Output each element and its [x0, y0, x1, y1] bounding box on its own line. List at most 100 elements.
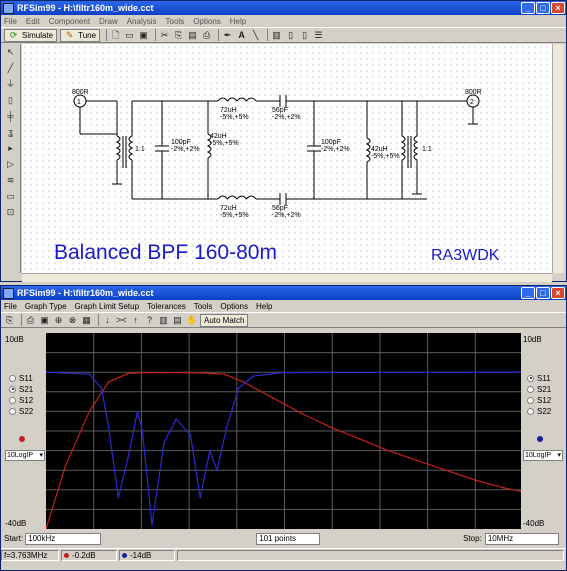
- port-1-number: 1: [77, 99, 81, 106]
- right-radio-s12[interactable]: S12: [527, 395, 551, 405]
- grid-icon[interactable]: ▥: [158, 315, 169, 326]
- pan-hand-icon[interactable]: ✋: [186, 315, 197, 326]
- left-radio-s12[interactable]: S12: [9, 395, 33, 405]
- menu-file[interactable]: File: [4, 17, 17, 26]
- port-icon[interactable]: ⊡: [3, 206, 19, 218]
- menu-graph-type[interactable]: Graph Type: [25, 302, 67, 311]
- tune-button[interactable]: ✎ Tune: [60, 28, 101, 42]
- window-title: RFSim99 - H:\filtr160m_wide.cct: [17, 3, 154, 13]
- s21-point: [107, 381, 110, 383]
- print-icon[interactable]: ⎙: [201, 30, 212, 41]
- table-view-icon[interactable]: ▤: [172, 315, 183, 326]
- start-frequency-input[interactable]: 100kHz: [25, 532, 102, 545]
- menu-tools[interactable]: Tools: [166, 17, 185, 26]
- right-radio-s22[interactable]: S22: [527, 406, 551, 416]
- menu-help[interactable]: Help: [256, 302, 272, 311]
- left-radio-s22[interactable]: S22: [9, 406, 33, 416]
- marker-up-icon[interactable]: ↑: [130, 315, 141, 326]
- amplifier-icon[interactable]: ▷: [3, 158, 19, 170]
- s11-point: [199, 496, 201, 499]
- marker-down-icon[interactable]: ↓: [102, 315, 113, 326]
- maximize-button[interactable]: □: [536, 2, 550, 14]
- copy-icon[interactable]: ⎘: [173, 30, 184, 41]
- cut-icon[interactable]: ✂: [159, 30, 170, 41]
- auto-match-button[interactable]: Auto Match: [200, 313, 249, 327]
- menu-draw[interactable]: Draw: [99, 17, 118, 26]
- rectangular-graph-icon[interactable]: ▣: [39, 315, 50, 326]
- port-2-label: 800R: [465, 89, 482, 96]
- print-icon[interactable]: ⎙: [25, 315, 36, 326]
- left-radio-s11[interactable]: S11: [9, 373, 33, 383]
- schematic-titlebar[interactable]: RFSim99 - H:\filtr160m_wide.cct _ □ ×: [1, 1, 566, 15]
- menu-file[interactable]: File: [4, 302, 17, 311]
- s21-point: [242, 381, 245, 383]
- table-icon[interactable]: ▦: [81, 315, 92, 326]
- pointer-tool-icon[interactable]: ↖: [3, 46, 19, 58]
- frequency-scrollbar[interactable]: [177, 549, 564, 561]
- marker-between-icon[interactable]: ><: [116, 315, 127, 326]
- app-icon: [3, 2, 14, 14]
- schematic-horizontal-scrollbar[interactable]: [22, 273, 552, 282]
- copy-icon[interactable]: ⎘: [4, 315, 15, 326]
- s11-point: [127, 457, 129, 460]
- stop-frequency-input[interactable]: 10MHz: [484, 532, 559, 545]
- schematic-vertical-scrollbar[interactable]: [552, 44, 564, 273]
- paste-icon[interactable]: ▤: [187, 30, 198, 41]
- menu-tolerances[interactable]: Tolerances: [147, 302, 186, 311]
- transmission-line-icon[interactable]: ▭: [3, 190, 19, 202]
- points-input[interactable]: 101 points: [256, 532, 321, 545]
- simulate-button[interactable]: ⟳ Simulate: [4, 28, 58, 42]
- pen-icon[interactable]: ✒: [222, 30, 233, 41]
- minimize-button[interactable]: _: [521, 287, 535, 299]
- toolbar-separator: [155, 29, 157, 41]
- menu-tools[interactable]: Tools: [194, 302, 213, 311]
- menu-graph-limit-setup[interactable]: Graph Limit Setup: [75, 302, 139, 311]
- resistor-icon[interactable]: ▯: [3, 94, 19, 106]
- save-icon[interactable]: ▣: [138, 30, 149, 41]
- graph-toolbar: ⎘ ⎙ ▣ ⊕ ⊗ ▦ ↓ >< ↑ ? ▥ ▤ ✋ Auto Match: [1, 312, 566, 328]
- schematic-drawing: 1 2: [73, 94, 480, 205]
- right-format-select[interactable]: 10LogIP: [523, 450, 563, 461]
- radio-circle: [9, 374, 16, 382]
- schematic-canvas[interactable]: 1 2 800R 800R 1:1 1:1 100pF -2%,+2% 100p…: [22, 44, 552, 273]
- ground-icon[interactable]: ⏚: [3, 78, 19, 90]
- close-button[interactable]: ×: [551, 2, 565, 14]
- menu-options[interactable]: Options: [193, 17, 221, 26]
- graph-titlebar[interactable]: RFSim99 - H:\filtr160m_wide.cct _ □ ×: [1, 286, 566, 300]
- close-button[interactable]: ×: [551, 287, 565, 299]
- plot-area[interactable]: [45, 333, 524, 530]
- menu-component[interactable]: Component: [49, 17, 90, 26]
- transformer-icon[interactable]: ≋: [3, 174, 19, 186]
- menu-help[interactable]: Help: [230, 17, 246, 26]
- diode-icon[interactable]: ▸: [3, 142, 19, 154]
- right-radio-s11[interactable]: S11: [527, 373, 551, 383]
- right-radio-s21[interactable]: S21: [527, 384, 551, 394]
- wire-tool-icon[interactable]: ╱: [3, 62, 19, 74]
- menu-options[interactable]: Options: [220, 302, 248, 311]
- clipboard-icon[interactable]: ▯: [285, 30, 296, 41]
- calculator-icon[interactable]: ▥: [271, 30, 282, 41]
- line-tool-icon[interactable]: ╲: [250, 30, 261, 41]
- list-icon[interactable]: ☰: [313, 30, 324, 41]
- right-trace-color-marker: [537, 436, 543, 442]
- minimize-button[interactable]: _: [521, 2, 535, 14]
- new-file-icon[interactable]: 🗋: [110, 30, 121, 41]
- shunt-inductor-1-value: 42uH -5%,+5%: [210, 133, 239, 147]
- menu-analysis[interactable]: Analysis: [127, 17, 157, 26]
- radio-circle: [527, 407, 534, 415]
- open-file-icon[interactable]: ▭: [124, 30, 135, 41]
- document-icon[interactable]: ▯: [299, 30, 310, 41]
- capacitor-icon[interactable]: ╪: [3, 110, 19, 122]
- inductor-icon[interactable]: ʓ: [3, 126, 19, 138]
- polar-chart-icon[interactable]: ⊗: [67, 315, 78, 326]
- text-tool-icon[interactable]: A: [236, 30, 247, 41]
- left-format-select[interactable]: 10LogIP: [5, 450, 45, 461]
- help-marker-icon[interactable]: ?: [144, 315, 155, 326]
- right-trace-panel: 10dB S11 S21 S12 S22 10LogIP -40dB: [521, 333, 564, 531]
- left-radio-s21[interactable]: S21: [9, 384, 33, 394]
- s21-point: [165, 371, 168, 374]
- menu-edit[interactable]: Edit: [26, 17, 40, 26]
- smith-chart-icon[interactable]: ⊕: [53, 315, 64, 326]
- maximize-button[interactable]: □: [536, 287, 550, 299]
- series-inductor-top-value: 72uH -5%,+5%: [220, 107, 249, 121]
